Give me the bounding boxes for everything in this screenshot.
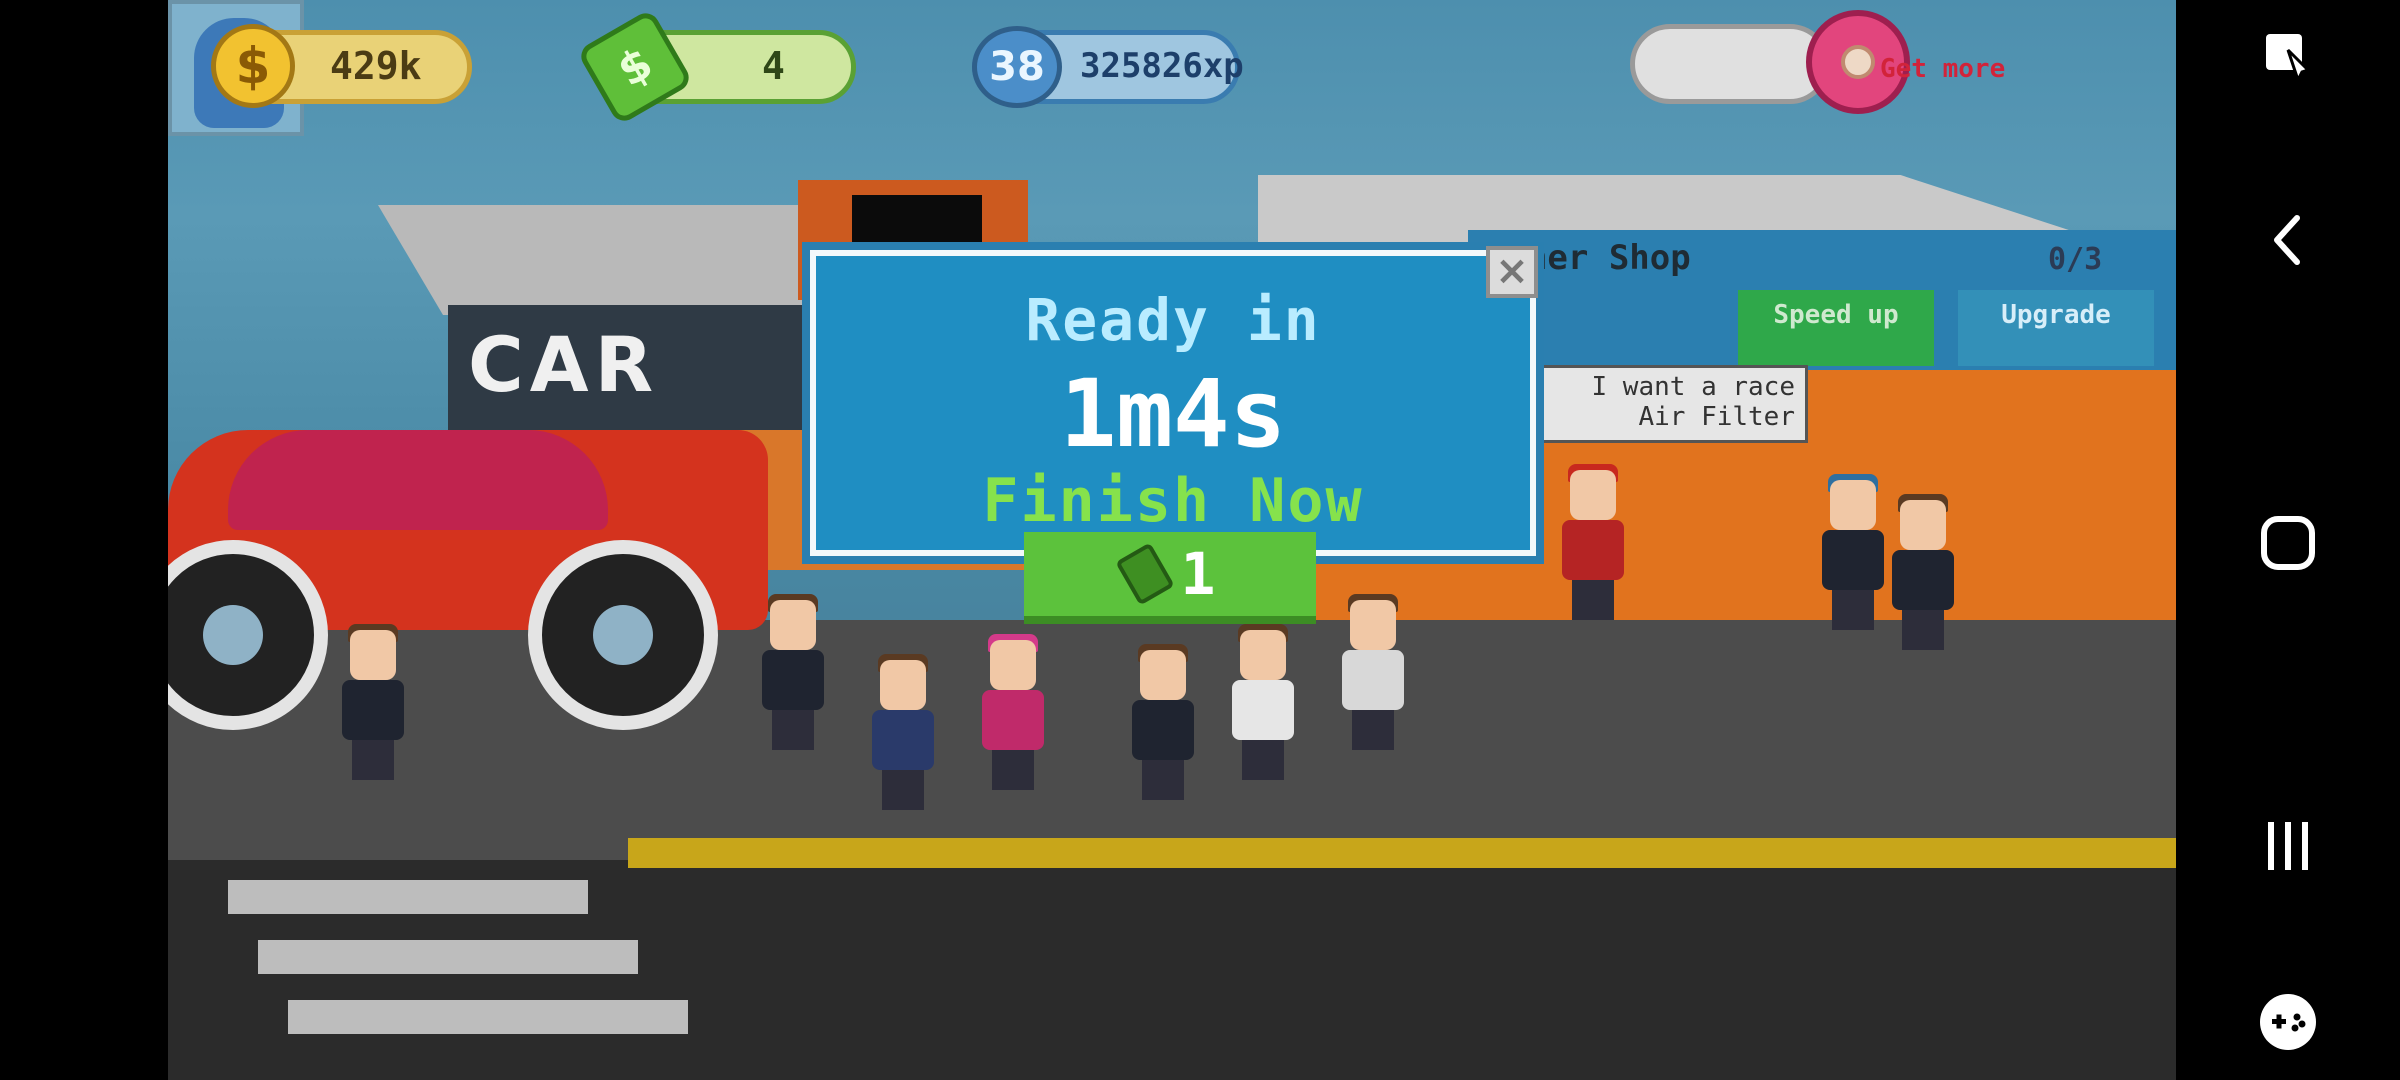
level-badge-icon: 38: [972, 26, 1062, 108]
system-navigation-bar: [2176, 0, 2400, 1080]
customer-character[interactable]: [1338, 594, 1408, 750]
curb: [628, 838, 2176, 868]
donut-get-more-button[interactable]: [1630, 24, 1830, 104]
screenshot-edit-icon[interactable]: [2248, 18, 2328, 98]
dialog-title: Ready in: [1025, 286, 1321, 354]
mechanic-character[interactable]: [1558, 464, 1628, 620]
customer-character[interactable]: [1228, 624, 1298, 780]
wheel-hub: [593, 605, 653, 665]
crosswalk-stripe: [228, 880, 588, 914]
car-cabin: [228, 430, 608, 530]
speech-text: I want a race Air Filter: [1591, 372, 1796, 432]
customer-character[interactable]: [758, 594, 828, 750]
cash-value: 4: [762, 44, 785, 88]
coin-icon: $: [211, 24, 295, 108]
crosswalk-stripe: [288, 1000, 688, 1034]
wheel-hub: [203, 605, 263, 665]
customer-character[interactable]: [1128, 644, 1198, 800]
customer-speech-bubble: I want a race Air Filter: [1528, 365, 1808, 443]
recent-apps-icon[interactable]: [2248, 806, 2328, 886]
finish-now-button[interactable]: 1: [1024, 532, 1316, 624]
car-dealer-sign: CAR: [468, 320, 660, 409]
customer-character[interactable]: [1818, 474, 1888, 630]
back-icon[interactable]: [2248, 200, 2328, 280]
customer-character[interactable]: [868, 654, 938, 810]
game-tools-icon[interactable]: [2248, 982, 2328, 1062]
finish-cost-value: 1: [1180, 540, 1216, 608]
tuner-shop-slot-count: 0/3: [2048, 242, 2103, 277]
upgrade-button[interactable]: Upgrade: [1958, 290, 2154, 366]
close-icon[interactable]: ×: [1486, 246, 1538, 298]
speed-up-button[interactable]: Speed up: [1738, 290, 1934, 366]
coins-value: 429k: [330, 44, 422, 88]
cash-icon: [1114, 542, 1175, 606]
road: [168, 860, 2176, 1080]
customer-character[interactable]: [978, 634, 1048, 790]
crosswalk-stripe: [258, 940, 638, 974]
get-more-label: Get more: [1880, 54, 2006, 84]
home-icon[interactable]: [2248, 503, 2328, 583]
xp-value: 325826xp: [1080, 46, 1244, 86]
countdown-timer: 1m4s: [1059, 360, 1287, 469]
car-wheel: [528, 540, 718, 730]
ready-in-dialog: Ready in 1m4s Finish Now: [810, 250, 1536, 556]
customer-character[interactable]: [338, 624, 408, 780]
finish-now-label: Finish Now: [982, 466, 1364, 536]
customer-character[interactable]: [1888, 494, 1958, 650]
